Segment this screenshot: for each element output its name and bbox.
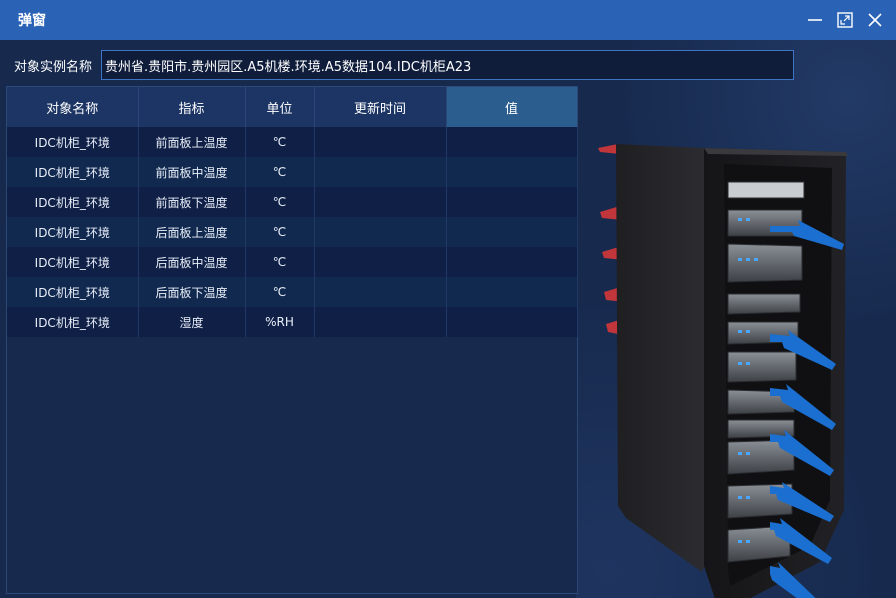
window-title: 弹窗 [18, 13, 46, 29]
metrics-table: 对象名称 指标 单位 更新时间 值 IDC机柜_环境 前面板上温度 ℃ IDC机… [7, 87, 578, 337]
cell-unit: ℃ [245, 247, 315, 277]
cell-value [446, 217, 578, 247]
cell-value [446, 247, 578, 277]
cell-object-name: IDC机柜_环境 [7, 307, 139, 337]
column-header-update-time[interactable]: 更新时间 [314, 87, 447, 127]
table-row[interactable]: IDC机柜_环境 前面板下温度 ℃ [7, 187, 578, 217]
object-path-label: 对象实例名称 [14, 59, 93, 75]
cell-metric: 前面板下温度 [138, 187, 246, 217]
cell-update-time [314, 187, 447, 217]
cell-unit: ℃ [245, 127, 315, 157]
rack-drawing [598, 144, 848, 598]
cell-metric: 后面板下温度 [138, 277, 246, 307]
cell-unit: ℃ [245, 217, 315, 247]
cell-unit: %RH [245, 307, 315, 337]
cell-update-time [314, 157, 447, 187]
cell-object-name: IDC机柜_环境 [7, 277, 139, 307]
cell-update-time [314, 217, 447, 247]
cell-value [446, 307, 578, 337]
maximize-icon[interactable] [836, 11, 854, 29]
cell-object-name: IDC机柜_环境 [7, 217, 139, 247]
column-header-value[interactable]: 值 [446, 87, 578, 127]
cell-metric: 后面板中温度 [138, 247, 246, 277]
cell-object-name: IDC机柜_环境 [7, 127, 139, 157]
server-rack-illustration [584, 86, 896, 598]
cell-update-time [314, 127, 447, 157]
table-row[interactable]: IDC机柜_环境 后面板上温度 ℃ [7, 217, 578, 247]
cell-metric: 湿度 [138, 307, 246, 337]
cell-update-time [314, 247, 447, 277]
column-header-metric[interactable]: 指标 [138, 87, 246, 127]
metrics-table-panel: 对象名称 指标 单位 更新时间 值 IDC机柜_环境 前面板上温度 ℃ IDC机… [6, 86, 578, 594]
object-path-input[interactable] [101, 50, 794, 80]
column-header-unit[interactable]: 单位 [245, 87, 315, 127]
cell-value [446, 127, 578, 157]
table-row[interactable]: IDC机柜_环境 后面板下温度 ℃ [7, 277, 578, 307]
cell-value [446, 187, 578, 217]
close-icon[interactable] [866, 11, 884, 29]
cell-value [446, 157, 578, 187]
minimize-icon[interactable] [806, 11, 824, 29]
window-controls [806, 11, 884, 29]
cell-metric: 前面板上温度 [138, 127, 246, 157]
cell-unit: ℃ [245, 157, 315, 187]
cell-object-name: IDC机柜_环境 [7, 247, 139, 277]
cell-update-time [314, 277, 447, 307]
cell-unit: ℃ [245, 277, 315, 307]
table-header-row: 对象名称 指标 单位 更新时间 值 [7, 87, 578, 127]
table-row[interactable]: IDC机柜_环境 后面板中温度 ℃ [7, 247, 578, 277]
window-content: 对象实例名称 对象名称 指标 单位 更新时间 值 IDC机柜_环境 前面板上温度 [0, 40, 896, 598]
cell-object-name: IDC机柜_环境 [7, 187, 139, 217]
rack-side-panel [616, 144, 704, 572]
cell-metric: 后面板上温度 [138, 217, 246, 247]
cell-update-time [314, 307, 447, 337]
table-row[interactable]: IDC机柜_环境 前面板上温度 ℃ [7, 127, 578, 157]
cell-unit: ℃ [245, 187, 315, 217]
cell-metric: 前面板中温度 [138, 157, 246, 187]
object-path-row: 对象实例名称 [0, 50, 800, 80]
column-header-object-name[interactable]: 对象名称 [7, 87, 139, 127]
table-row[interactable]: IDC机柜_环境 湿度 %RH [7, 307, 578, 337]
cell-object-name: IDC机柜_环境 [7, 157, 139, 187]
cell-value [446, 277, 578, 307]
window-titlebar: 弹窗 [0, 0, 896, 40]
table-row[interactable]: IDC机柜_环境 前面板中温度 ℃ [7, 157, 578, 187]
